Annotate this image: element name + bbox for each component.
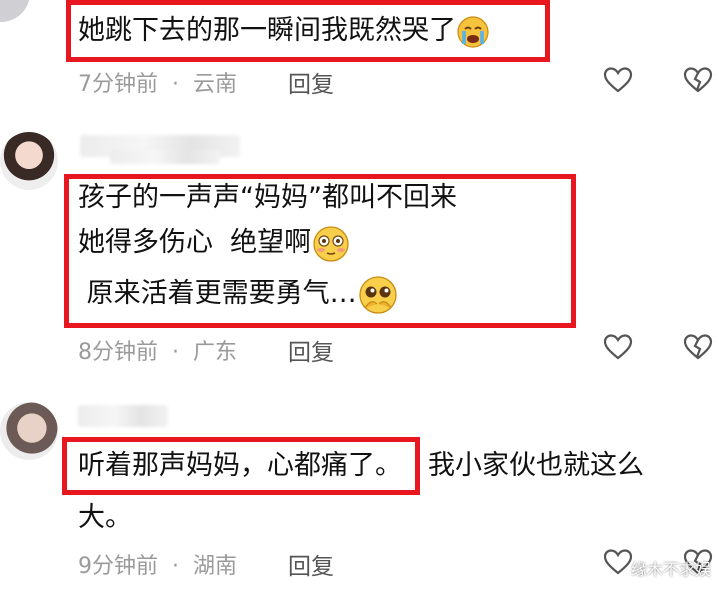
separator: ·: [172, 72, 179, 97]
heart-icon[interactable]: [603, 66, 633, 94]
flushed-face-icon: [313, 225, 349, 262]
dislike-icon[interactable]: [683, 333, 713, 361]
watermark: 缘木不求娱: [630, 560, 711, 579]
avatar[interactable]: [0, 0, 30, 22]
heart-icon[interactable]: [603, 333, 633, 361]
timestamp: 8分钟前: [78, 340, 158, 365]
reply-button[interactable]: 回复: [288, 547, 334, 581]
timestamp: 7分钟前: [78, 72, 158, 97]
location: 云南: [193, 72, 238, 97]
separator: ·: [172, 340, 179, 365]
comment-meta: 8分钟前 · 广东: [78, 334, 237, 366]
location: 广东: [193, 340, 238, 365]
comment-meta: 7分钟前 · 云南: [78, 66, 237, 98]
username-blurred: [78, 405, 168, 427]
username-blurred: [110, 150, 220, 164]
location: 湖南: [193, 554, 238, 579]
comment-text: 原来活着更需要勇气…: [78, 266, 399, 322]
reply-button[interactable]: 回复: [288, 65, 334, 99]
timestamp: 9分钟前: [78, 554, 158, 579]
crying-face-icon: [457, 15, 489, 48]
avatar[interactable]: [0, 402, 58, 460]
comment-line: 原来活着更需要勇气…: [78, 278, 357, 309]
reply-button[interactable]: 回复: [288, 333, 334, 367]
avatar[interactable]: [0, 132, 58, 190]
comment-meta: 9分钟前 · 湖南: [78, 548, 237, 580]
pleading-face-icon: [358, 275, 397, 314]
dislike-icon[interactable]: [683, 66, 713, 94]
comment-line: 我小家伙也就这么: [428, 450, 644, 481]
comment-text: 她得多伤心 绝望啊: [78, 215, 351, 271]
separator: ·: [172, 554, 179, 579]
comment-line: 大。: [78, 502, 132, 533]
heart-icon[interactable]: [603, 548, 633, 576]
comment-line: 她得多伤心 绝望啊: [78, 227, 312, 258]
comment-text: 她跳下去的那一瞬间我既然哭了: [78, 3, 490, 59]
comment-line: 她跳下去的那一瞬间我既然哭了: [78, 15, 456, 46]
comment-line: 听着那声妈妈，心都痛了。: [78, 450, 402, 481]
